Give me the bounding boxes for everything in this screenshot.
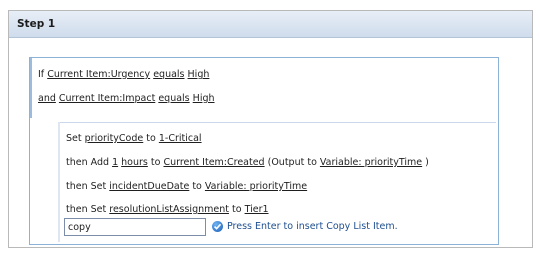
action-to: to — [232, 204, 242, 215]
action-value-link[interactable]: Variable: priorityTime — [205, 181, 307, 192]
action-line-2: then Add 1 hours to Current Item:Created… — [66, 157, 429, 168]
condition-prefix: If — [38, 69, 45, 80]
action-field-link[interactable]: priorityCode — [85, 133, 144, 144]
action-verb: then Add — [66, 157, 110, 168]
action-to: to — [192, 181, 202, 192]
check-icon — [212, 221, 223, 232]
action-target-link[interactable]: Current Item:Created — [163, 157, 264, 168]
action-unit-link[interactable]: hours — [121, 157, 148, 168]
action-verb: Set — [66, 133, 82, 144]
hint-text: Press Enter to insert Copy List Item. — [227, 221, 398, 232]
condition-value-link[interactable]: High — [188, 69, 210, 80]
action-line-3: then Set incidentDueDate to Variable: pr… — [66, 181, 307, 192]
command-input[interactable] — [64, 218, 206, 236]
condition-operator-link[interactable]: equals — [158, 93, 189, 104]
action-line-4: then Set resolutionListAssignment to Tie… — [66, 204, 269, 215]
condition-operator-link[interactable]: equals — [153, 69, 184, 80]
condition-line-1: If Current Item:Urgency equals High — [38, 69, 209, 80]
action-to: to — [146, 133, 156, 144]
condition-and-link[interactable]: and — [38, 93, 56, 104]
condition-line-2: and Current Item:Impact equals High — [38, 93, 215, 104]
action-field-link[interactable]: resolutionListAssignment — [109, 204, 229, 215]
action-value-link[interactable]: Tier1 — [245, 204, 269, 215]
action-line-1: Set priorityCode to 1-Critical — [66, 133, 202, 144]
action-output-suffix: ) — [425, 157, 429, 168]
action-verb: then Set — [66, 204, 107, 215]
action-field-link[interactable]: incidentDueDate — [109, 181, 189, 192]
step-title: Step 1 — [9, 11, 532, 38]
action-block-bar — [58, 122, 60, 242]
action-verb: then Set — [66, 181, 107, 192]
condition-field-link[interactable]: Current Item:Urgency — [47, 69, 150, 80]
rule-box: If Current Item:Urgency equals High and … — [29, 57, 499, 245]
action-output-prefix: (Output to — [267, 157, 317, 168]
action-amount-link[interactable]: 1 — [112, 157, 118, 168]
action-to: to — [150, 157, 161, 168]
step-panel: Step 1 If Current Item:Urgency equals Hi… — [8, 10, 533, 248]
condition-value-link[interactable]: High — [193, 93, 215, 104]
condition-field-link[interactable]: Current Item:Impact — [59, 93, 155, 104]
action-output-link[interactable]: Variable: priorityTime — [320, 157, 422, 168]
action-value-link[interactable]: 1-Critical — [159, 133, 202, 144]
action-separator — [58, 122, 496, 123]
condition-block: If Current Item:Urgency equals High and … — [30, 58, 498, 118]
